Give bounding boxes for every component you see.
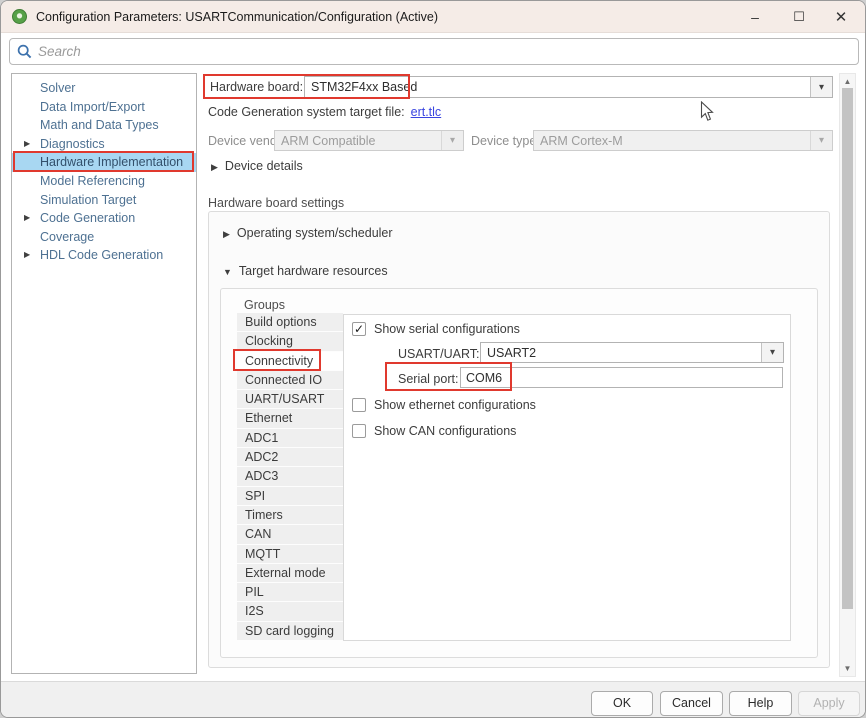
- show-can-configurations-checkbox[interactable]: [352, 424, 366, 438]
- usart-uart-select[interactable]: USART2 ▾: [480, 342, 784, 363]
- dropdown-arrow-icon: ▾: [810, 131, 832, 150]
- hardware-board-settings-title: Hardware board settings: [208, 196, 344, 210]
- search-bar[interactable]: [9, 38, 859, 65]
- group-item-mqtt[interactable]: MQTT: [237, 545, 343, 563]
- groups-title: Groups: [244, 298, 285, 312]
- dropdown-arrow-icon[interactable]: ▾: [810, 77, 832, 97]
- minimize-button[interactable]: –: [733, 1, 777, 33]
- group-item-pil[interactable]: PIL: [237, 583, 343, 601]
- simulink-settings-icon: [12, 9, 27, 24]
- dialog-footer: OK Cancel Help Apply: [1, 681, 866, 718]
- device-type-value: ARM Cortex-M: [534, 131, 810, 150]
- target-file-label: Code Generation system target file:: [208, 105, 405, 119]
- cancel-button[interactable]: Cancel: [660, 691, 723, 716]
- search-input[interactable]: [38, 44, 858, 59]
- maximize-button[interactable]: ☐: [777, 1, 821, 33]
- ok-button[interactable]: OK: [591, 691, 653, 716]
- scroll-up-icon[interactable]: ▲: [840, 77, 855, 86]
- usart-uart-value: USART2: [481, 343, 761, 362]
- target-hardware-resources-toggle[interactable]: ▼Target hardware resources: [223, 264, 388, 278]
- group-item-clocking[interactable]: Clocking: [237, 332, 343, 350]
- help-button[interactable]: Help: [729, 691, 792, 716]
- device-type-label: Device type:: [471, 134, 540, 148]
- group-item-build-options[interactable]: Build options: [237, 313, 343, 331]
- group-item-adc3[interactable]: ADC3: [237, 467, 343, 485]
- scroll-down-icon[interactable]: ▼: [840, 664, 855, 673]
- show-ethernet-configurations-checkbox[interactable]: [352, 398, 366, 412]
- show-serial-configurations-checkbox[interactable]: ✓: [352, 322, 366, 336]
- device-type-select: ARM Cortex-M ▾: [533, 130, 833, 151]
- groups-list: Build options Clocking Connectivity Conn…: [237, 313, 343, 641]
- show-serial-configurations-label: Show serial configurations: [374, 322, 520, 336]
- search-icon: [17, 44, 32, 59]
- show-ethernet-configurations-label: Show ethernet configurations: [374, 398, 536, 412]
- dropdown-arrow-icon: ▾: [441, 131, 463, 150]
- title-bar: Configuration Parameters: USARTCommunica…: [1, 1, 865, 33]
- scrollbar-thumb[interactable]: [842, 88, 853, 609]
- configuration-parameters-dialog: Configuration Parameters: USARTCommunica…: [0, 0, 866, 718]
- group-item-connected-io[interactable]: Connected IO: [237, 371, 343, 389]
- hardware-board-value: STM32F4xx Based: [305, 77, 810, 97]
- group-item-adc1[interactable]: ADC1: [237, 429, 343, 447]
- hardware-board-select[interactable]: STM32F4xx Based ▾: [304, 76, 833, 98]
- connectivity-settings-panel: [343, 314, 791, 641]
- group-item-i2s[interactable]: I2S: [237, 602, 343, 620]
- window-title: Configuration Parameters: USARTCommunica…: [36, 10, 438, 24]
- group-item-uart-usart[interactable]: UART/USART: [237, 390, 343, 408]
- serial-port-label: Serial port:: [398, 372, 458, 386]
- vertical-scrollbar[interactable]: ▲ ▼: [839, 73, 856, 677]
- apply-button: Apply: [798, 691, 860, 716]
- group-item-spi[interactable]: SPI: [237, 487, 343, 505]
- device-vendor-select: ARM Compatible ▾: [274, 130, 464, 151]
- device-vendor-value: ARM Compatible: [275, 131, 441, 150]
- settings-main-pane: Hardware board: STM32F4xx Based ▾ Code G…: [1, 73, 866, 677]
- collapse-arrow-icon: ▶: [211, 162, 218, 172]
- checkmark-icon: ✓: [354, 323, 364, 335]
- group-item-connectivity[interactable]: Connectivity: [237, 352, 343, 370]
- show-can-configurations-label: Show CAN configurations: [374, 424, 516, 438]
- os-scheduler-toggle[interactable]: ▶Operating system/scheduler: [223, 226, 393, 240]
- group-item-timers[interactable]: Timers: [237, 506, 343, 524]
- group-item-can[interactable]: CAN: [237, 525, 343, 543]
- dropdown-arrow-icon[interactable]: ▾: [761, 343, 783, 362]
- expand-arrow-icon: ▼: [223, 267, 232, 277]
- usart-uart-label: USART/UART:: [398, 347, 480, 361]
- device-details-toggle[interactable]: ▶Device details: [211, 159, 303, 173]
- hardware-board-label: Hardware board:: [210, 80, 303, 94]
- close-button[interactable]: ✕: [819, 1, 863, 33]
- serial-port-input[interactable]: [460, 367, 783, 388]
- target-file-link[interactable]: ert.tlc: [411, 105, 442, 119]
- group-item-ethernet[interactable]: Ethernet: [237, 409, 343, 427]
- group-item-sd-card-logging[interactable]: SD card logging: [237, 622, 343, 640]
- collapse-arrow-icon: ▶: [223, 229, 230, 239]
- group-item-external-mode[interactable]: External mode: [237, 564, 343, 582]
- group-item-adc2[interactable]: ADC2: [237, 448, 343, 466]
